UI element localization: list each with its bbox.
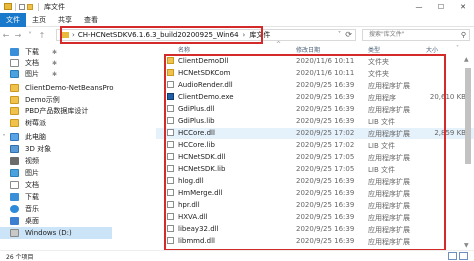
pc-icon [10,133,19,141]
picture-icon [10,169,19,177]
sidebar-item-music[interactable]: 音乐 [10,203,39,215]
search-placeholder: 搜索"库文件" [369,31,405,38]
sidebar-item-label: 图片 [25,169,39,177]
properties-icon[interactable] [19,3,25,10]
window-controls: — ☐ ✕ [408,0,474,13]
large-icons-view-icon[interactable] [459,252,468,260]
chevron-down-icon[interactable]: ˅ [456,45,459,52]
close-button[interactable]: ✕ [452,0,474,13]
refresh-icon[interactable]: ⟳ [345,30,352,39]
3d-objects-icon [10,145,19,153]
folder-icon [10,107,19,115]
highlight-box-address [60,26,263,44]
divider [15,2,16,11]
sidebar-item-label: Windows (D:) [25,229,72,237]
music-icon [10,205,19,213]
document-icon [10,181,19,189]
sidebar-item-downloads-pc[interactable]: 下载 [10,191,39,203]
sidebar-item-windows-d[interactable]: Windows (D:) [0,227,112,239]
navigation-pane: 下载 ✱ 文档 ✱ 图片 ✱ ClientDemo-NetBeansPro De… [0,44,156,261]
sidebar-item-label: 文档 [25,181,39,189]
sidebar-item-label: Demo示例 [25,96,60,104]
view-switcher [446,252,468,260]
vertical-scrollbar[interactable]: ▲ ▼ [462,56,474,252]
pin-icon[interactable]: ✱ [52,60,57,67]
sidebar-item-desktop[interactable]: 桌面 [10,215,39,227]
title-bar: 库文件 — ☐ ✕ [0,0,474,13]
search-icon[interactable]: ⚲ [461,30,466,40]
maximize-button[interactable]: ☐ [430,0,452,13]
column-header: ^ 名称 修改日期 类型 大小 ˅ [156,41,474,54]
scroll-up-icon[interactable]: ▲ [464,56,469,63]
recent-locations-button[interactable]: ˅ [24,31,36,40]
pin-icon[interactable]: ✱ [52,49,57,56]
divider [38,2,39,11]
folder-icon [10,119,19,127]
sidebar-item-documents-pc[interactable]: 文档 [10,179,39,191]
tab-view[interactable]: 查看 [78,13,104,27]
sidebar-item-label: ClientDemo-NetBeansPro [25,84,114,92]
sidebar-item-label: 图片 [25,70,39,78]
sidebar-item-label: 此电脑 [25,133,46,141]
sidebar-item-this-pc[interactable]: ˅ 此电脑 [0,131,46,143]
sidebar-item-3d-objects[interactable]: 3D 对象 [10,143,51,155]
highlight-box-files [164,54,446,251]
search-input[interactable]: 搜索"库文件" ⚲ [362,29,470,41]
scrollbar-thumb[interactable] [465,68,471,164]
folder-icon [10,96,19,104]
ribbon-tabs: 文件 主页 共享 查看 [0,12,474,27]
sidebar-item-label: 文档 [25,59,39,67]
folder-icon [10,84,19,92]
tab-file[interactable]: 文件 [0,12,26,27]
tab-home[interactable]: 主页 [26,13,52,27]
sidebar-item-label: 下载 [25,193,39,201]
window-title: 库文件 [44,2,65,11]
scroll-down-icon[interactable]: ▼ [464,242,469,249]
column-type[interactable]: 类型 [368,45,380,54]
forward-button[interactable]: → [12,31,24,40]
minimize-button[interactable]: — [408,0,430,13]
column-name[interactable]: 名称 [178,45,190,54]
column-size[interactable]: 大小 [426,45,438,54]
item-count: 26 个项目 [6,254,34,261]
sidebar-item-label: 树莓派 [25,119,46,127]
folder-icon [4,3,12,10]
sidebar-item-pbd[interactable]: PBD产品数据库设计 [10,105,88,117]
column-date[interactable]: 修改日期 [296,45,320,54]
sidebar-item-label: 下载 [25,48,39,56]
desktop-icon [10,217,19,225]
pin-icon[interactable]: ✱ [52,71,57,78]
sidebar-item-label: 3D 对象 [25,145,52,153]
sidebar-item-videos[interactable]: 视频 [10,155,39,167]
document-icon [10,59,19,67]
status-bar: 26 个项目 [0,250,474,261]
chevron-down-icon[interactable]: ˅ [338,31,341,38]
download-icon [10,48,19,56]
details-view-icon[interactable] [448,252,457,260]
sidebar-item-pictures-pc[interactable]: 图片 [10,167,39,179]
sidebar-item-label: 音乐 [25,205,39,213]
sidebar-item-clientdemo-netbeans[interactable]: ClientDemo-NetBeansPro [10,82,114,94]
video-icon [10,157,19,165]
sidebar-item-label: 视频 [25,157,39,165]
back-button[interactable]: ← [0,31,12,40]
download-icon [10,193,19,201]
new-folder-icon[interactable] [27,3,33,10]
chevron-down-icon[interactable]: ˅ [0,134,8,141]
tab-share[interactable]: 共享 [52,13,78,27]
picture-icon [10,70,19,78]
drive-icon [10,229,19,237]
sort-indicator: ^ [276,41,282,48]
sidebar-item-label: PBD产品数据库设计 [25,107,89,115]
sidebar-item-label: 桌面 [25,217,39,225]
up-button[interactable]: ↑ [36,31,48,40]
sidebar-item-pictures[interactable]: 图片 ✱ [10,68,57,80]
sidebar-item-raspberry-pi[interactable]: 树莓派 [10,117,46,129]
